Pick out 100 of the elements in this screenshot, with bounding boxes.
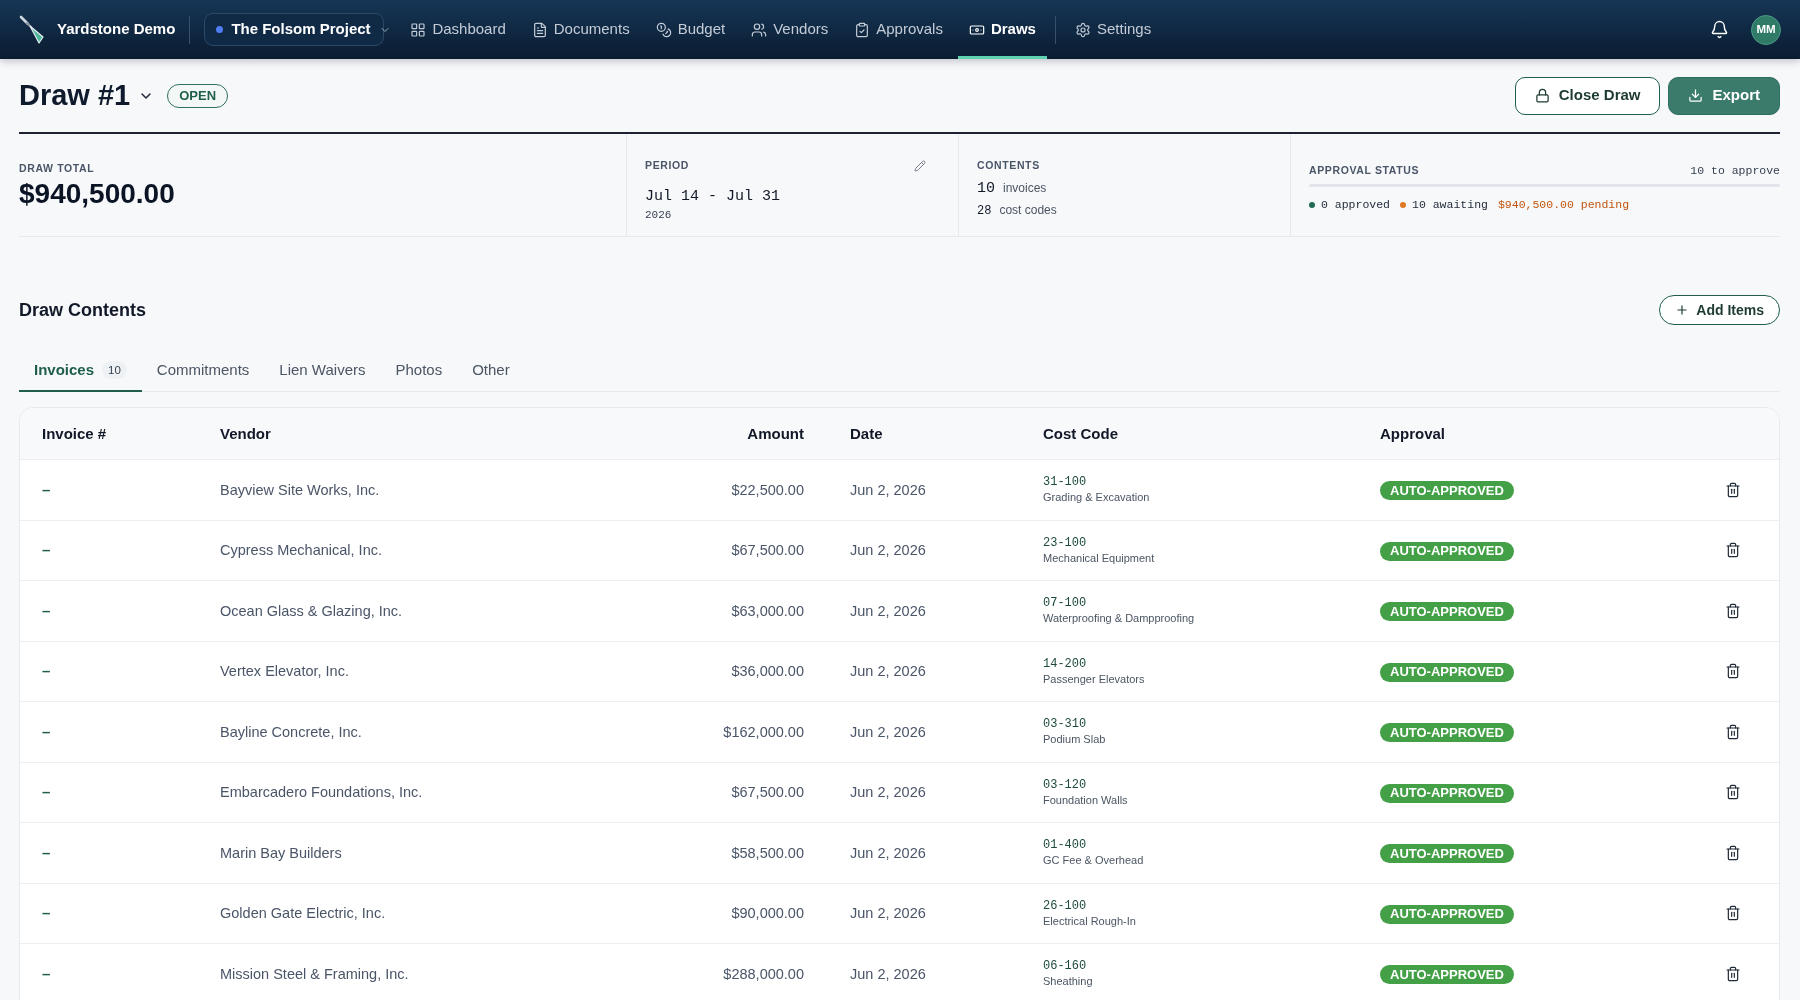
column-header: Date bbox=[850, 424, 883, 442]
invoice-number-cell: – bbox=[42, 480, 51, 498]
column-header: Invoice # bbox=[42, 424, 107, 442]
vendor-cell: Marin Bay Builders bbox=[220, 844, 342, 861]
cost-code: 26-100 bbox=[1043, 898, 1087, 914]
cost-code-description: Sheathing bbox=[1043, 974, 1093, 989]
invoice-number-cell: – bbox=[42, 843, 51, 861]
users-icon bbox=[751, 21, 768, 38]
content-tab[interactable]: Invoices 10 bbox=[19, 350, 142, 392]
date-cell: Jun 2, 2026 bbox=[850, 905, 926, 922]
invoice-number-cell: – bbox=[42, 662, 51, 680]
period-range: Jul 14 - Jul 31 bbox=[645, 187, 781, 206]
content-tab[interactable]: Commitments bbox=[141, 350, 265, 392]
cost-code: 03-310 bbox=[1043, 717, 1087, 733]
date-cell: Jun 2, 2026 bbox=[850, 965, 926, 982]
nav-tab[interactable]: Vendors bbox=[740, 0, 840, 59]
settings-icon bbox=[1074, 21, 1091, 38]
date-cell: Jun 2, 2026 bbox=[850, 663, 926, 680]
draw-total-value: $940,500.00 bbox=[19, 176, 175, 211]
plus-icon bbox=[1675, 303, 1690, 317]
approval-remaining: 10 to approve bbox=[1690, 163, 1780, 179]
amount-cell: $22,500.00 bbox=[731, 481, 804, 498]
contents-count: 28 bbox=[977, 203, 992, 221]
approval-badge: AUTO-APPROVED bbox=[1380, 602, 1514, 621]
vendor-cell: Bayview Site Works, Inc. bbox=[220, 481, 380, 498]
status-badge: OPEN bbox=[167, 83, 229, 108]
date-cell: Jun 2, 2026 bbox=[850, 602, 926, 619]
export-button[interactable]: Export bbox=[1668, 76, 1780, 115]
delete-trash-icon[interactable] bbox=[1725, 663, 1741, 680]
approval-badge: AUTO-APPROVED bbox=[1380, 965, 1514, 984]
contents-count: 10 bbox=[977, 178, 995, 199]
contents-unit: cost codes bbox=[999, 202, 1057, 220]
delete-trash-icon[interactable] bbox=[1725, 784, 1741, 801]
nav-tab[interactable]: Draws bbox=[957, 0, 1047, 59]
nav-tab[interactable]: Approvals bbox=[843, 0, 954, 59]
approval-badge: AUTO-APPROVED bbox=[1380, 844, 1514, 863]
coins-icon bbox=[655, 21, 672, 38]
document-icon bbox=[531, 21, 548, 38]
settings-link[interactable]: Settings bbox=[1063, 18, 1163, 41]
notification-bell-icon[interactable] bbox=[1710, 20, 1729, 39]
add-items-button[interactable]: Add Items bbox=[1659, 295, 1780, 325]
date-cell: Jun 2, 2026 bbox=[850, 723, 926, 740]
cost-code-description: GC Fee & Overhead bbox=[1043, 853, 1144, 868]
amount-cell: $63,000.00 bbox=[731, 602, 804, 619]
content-tab[interactable]: Other bbox=[457, 350, 525, 392]
amount-cell: $36,000.00 bbox=[731, 663, 804, 680]
delete-trash-icon[interactable] bbox=[1725, 602, 1741, 619]
clipboard-check-icon bbox=[854, 21, 871, 38]
cost-code: 03-120 bbox=[1043, 777, 1087, 793]
count-badge: 10 bbox=[102, 361, 127, 379]
content-tab[interactable]: Photos bbox=[380, 350, 458, 392]
close-draw-button[interactable]: Close Draw bbox=[1514, 76, 1661, 115]
date-cell: Jun 2, 2026 bbox=[850, 481, 926, 498]
invoice-number-cell: – bbox=[42, 964, 51, 982]
column-header: Approval bbox=[1380, 424, 1445, 442]
draw-title: Draw #1 bbox=[19, 77, 131, 113]
approval-badge: AUTO-APPROVED bbox=[1380, 904, 1514, 924]
edit-pencil-icon[interactable] bbox=[914, 159, 926, 172]
user-avatar[interactable]: MM bbox=[1751, 14, 1781, 45]
nav-tab[interactable]: Dashboard bbox=[399, 0, 517, 59]
cost-code-description: Mechanical Equipment bbox=[1043, 550, 1155, 565]
section-title: Draw Contents bbox=[19, 298, 146, 322]
nav-tab[interactable]: Documents bbox=[520, 0, 641, 59]
contents-label: CONTENTS bbox=[977, 158, 1040, 173]
approval-badge: AUTO-APPROVED bbox=[1380, 723, 1514, 742]
trowel-logo-icon bbox=[19, 14, 45, 45]
nav-tab[interactable]: Budget bbox=[644, 0, 737, 59]
period-year: 2026 bbox=[645, 207, 672, 222]
delete-trash-icon[interactable] bbox=[1725, 481, 1741, 498]
pending-amount: $940,500.00 pending bbox=[1497, 197, 1630, 214]
approval-badge: AUTO-APPROVED bbox=[1380, 662, 1514, 682]
delete-trash-icon[interactable] bbox=[1725, 965, 1741, 982]
draw-total-label: DRAW TOTAL bbox=[19, 161, 95, 176]
column-header: Vendor bbox=[220, 424, 271, 442]
column-header: Amount bbox=[747, 424, 804, 442]
download-icon bbox=[1688, 88, 1704, 103]
vendor-cell: Mission Steel & Framing, Inc. bbox=[220, 965, 409, 982]
delete-trash-icon[interactable] bbox=[1725, 723, 1741, 740]
amount-cell: $67,500.00 bbox=[731, 784, 804, 801]
cost-code-description: Podium Slab bbox=[1043, 732, 1106, 747]
cost-code: 06-160 bbox=[1043, 959, 1087, 975]
vendor-cell: Ocean Glass & Glazing, Inc. bbox=[220, 602, 403, 619]
invoice-number-cell: – bbox=[42, 783, 51, 801]
vendor-cell: Embarcadero Foundations, Inc. bbox=[220, 784, 423, 801]
delete-trash-icon[interactable] bbox=[1725, 905, 1741, 922]
cost-code-description: Foundation Walls bbox=[1043, 792, 1128, 807]
column-header: Cost Code bbox=[1043, 424, 1118, 442]
approval-badge: AUTO-APPROVED bbox=[1380, 541, 1514, 561]
approval-badge: AUTO-APPROVED bbox=[1380, 783, 1514, 803]
vendor-cell: Golden Gate Electric, Inc. bbox=[220, 905, 386, 922]
lock-icon bbox=[1534, 88, 1550, 103]
approval-status-label: APPROVAL STATUS bbox=[1309, 162, 1420, 178]
date-cell: Jun 2, 2026 bbox=[850, 844, 926, 861]
content-tab[interactable]: Lien Waivers bbox=[264, 350, 381, 392]
delete-trash-icon[interactable] bbox=[1725, 542, 1741, 559]
amount-cell: $67,500.00 bbox=[731, 542, 804, 559]
approval-badge: AUTO-APPROVED bbox=[1380, 481, 1514, 500]
delete-trash-icon[interactable] bbox=[1725, 844, 1741, 861]
cost-code: 01-400 bbox=[1043, 838, 1087, 854]
period-label: PERIOD bbox=[645, 158, 690, 173]
